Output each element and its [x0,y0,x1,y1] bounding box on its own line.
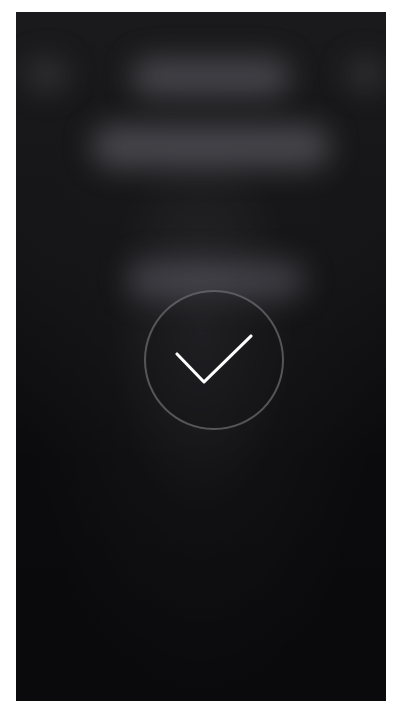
blurred-header-title [131,57,291,97]
checkmark-icon [175,334,253,384]
blurred-right-element [346,57,386,92]
blurred-content-line [91,124,331,169]
app-screen [16,12,386,701]
confirmation-badge [144,290,284,430]
blurred-left-element [24,57,69,92]
